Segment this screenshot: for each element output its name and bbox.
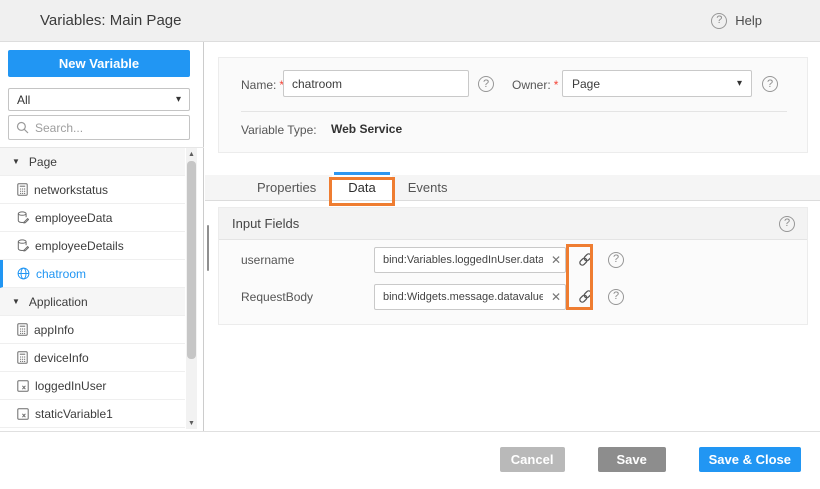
variable-type-label: Variable Type: <box>241 123 317 137</box>
section-title: Input Fields <box>232 216 299 231</box>
tree-group-label: Page <box>29 155 57 169</box>
filter-dropdown[interactable]: All ▾ <box>8 88 190 111</box>
owner-value: Page <box>572 77 600 91</box>
bind-value-box: ✕ <box>374 247 566 273</box>
tree-item-label: deviceInfo <box>34 351 89 365</box>
help-button[interactable]: ? Help <box>711 13 762 29</box>
help-icon[interactable]: ? <box>478 76 494 92</box>
content-scrollbar-thumb[interactable] <box>207 225 209 271</box>
link-icon <box>578 289 593 304</box>
tree-group-application[interactable]: ▼ Application <box>0 288 185 316</box>
name-input[interactable] <box>283 70 469 97</box>
page-title: Variables: Main Page <box>40 12 181 29</box>
static-variable-icon <box>17 380 29 392</box>
footer-divider <box>0 431 820 432</box>
device-variable-icon <box>17 183 28 196</box>
tree-item-loggedinuser[interactable]: loggedInUser <box>0 372 185 400</box>
tab-label: Properties <box>257 180 316 195</box>
tab-events[interactable]: Events <box>392 175 464 200</box>
search-box[interactable] <box>8 115 190 140</box>
expander-icon[interactable]: ▼ <box>12 297 20 306</box>
requestbody-bind-input[interactable] <box>374 284 566 310</box>
device-variable-icon <box>17 323 28 336</box>
tree-item-label: employeeDetails <box>35 239 124 253</box>
tree-item-employeedetails[interactable]: employeeDetails <box>0 232 185 260</box>
help-icon[interactable]: ? <box>762 76 778 92</box>
bind-link-button[interactable] <box>575 285 595 309</box>
chevron-down-icon: ▾ <box>737 78 742 89</box>
search-icon <box>16 121 29 134</box>
tree-group-page[interactable]: ▼ Page <box>0 148 185 176</box>
footer-actions: Cancel Save Save & Close <box>500 447 801 472</box>
filter-value: All <box>17 93 30 107</box>
tree-item-label: networkstatus <box>34 183 108 197</box>
tree-item-label: appInfo <box>34 323 74 337</box>
tree-item-deviceinfo[interactable]: deviceInfo <box>0 344 185 372</box>
tree-item-label: employeeData <box>35 211 112 225</box>
tree-item-staticvariable1[interactable]: staticVariable1 <box>0 400 185 428</box>
save-button[interactable]: Save <box>598 447 666 472</box>
clear-icon[interactable]: ✕ <box>551 254 561 266</box>
tab-label: Events <box>408 180 448 195</box>
tree-item-label: loggedInUser <box>35 379 106 393</box>
tree-item-employeedata[interactable]: employeeData <box>0 204 185 232</box>
link-icon <box>578 252 593 267</box>
input-fields-section: Input Fields ? username ✕ ? RequestBody … <box>218 207 808 325</box>
chevron-down-icon: ▾ <box>176 94 181 105</box>
owner-select[interactable]: Page ▾ <box>562 70 752 97</box>
field-label: username <box>241 253 374 267</box>
input-field-row: RequestBody ✕ ? <box>219 283 807 310</box>
device-variable-icon <box>17 351 28 364</box>
help-icon: ? <box>711 13 727 29</box>
variable-type-value: Web Service <box>331 122 402 136</box>
field-label: RequestBody <box>241 290 374 304</box>
scroll-down-icon[interactable]: ▼ <box>186 418 197 428</box>
username-bind-input[interactable] <box>374 247 566 273</box>
static-variable-icon <box>17 408 29 420</box>
expander-icon[interactable]: ▼ <box>12 157 20 166</box>
sidebar: New Variable All ▾ ▼ Page networkstatus … <box>0 42 204 431</box>
service-variable-icon <box>17 239 29 252</box>
input-fields-header: Input Fields ? <box>219 208 807 240</box>
tree-item-label: chatroom <box>36 267 86 281</box>
cancel-button[interactable]: Cancel <box>500 447 565 472</box>
web-service-variable-icon <box>17 267 30 280</box>
bind-link-button[interactable] <box>575 248 595 272</box>
variables-dialog: Variables: Main Page ? Help New Variable… <box>0 0 820 489</box>
tree-item-appinfo[interactable]: appInfo <box>0 316 185 344</box>
help-icon[interactable]: ? <box>608 289 624 305</box>
owner-label: Owner:* <box>512 78 558 92</box>
tab-data[interactable]: Data <box>332 175 391 200</box>
input-field-row: username ✕ ? <box>219 246 807 273</box>
sidebar-scrollbar[interactable]: ▲ ▼ <box>186 148 197 429</box>
tab-properties[interactable]: Properties <box>241 175 332 200</box>
scrollbar-thumb[interactable] <box>187 161 196 359</box>
service-variable-icon <box>17 211 29 224</box>
tab-label: Data <box>348 180 375 195</box>
tree-item-networkstatus[interactable]: networkstatus <box>0 176 185 204</box>
required-marker: * <box>554 78 559 92</box>
help-icon[interactable]: ? <box>779 216 795 232</box>
clear-icon[interactable]: ✕ <box>551 291 561 303</box>
save-close-button[interactable]: Save & Close <box>699 447 801 472</box>
dialog-header: Variables: Main Page ? Help <box>0 0 820 42</box>
tree-item-label: staticVariable1 <box>35 407 113 421</box>
tree-group-label: Application <box>29 295 88 309</box>
form-divider <box>241 111 787 112</box>
variable-tree: ▼ Page networkstatus employeeData employ… <box>0 148 185 428</box>
help-label: Help <box>735 13 762 28</box>
scroll-up-icon[interactable]: ▲ <box>186 149 197 159</box>
bind-value-box: ✕ <box>374 284 566 310</box>
help-icon[interactable]: ? <box>608 252 624 268</box>
variable-form: Name:* ? Owner:* Page ▾ ? Variable Type:… <box>218 57 808 153</box>
name-label: Name:* <box>241 78 284 92</box>
search-input[interactable] <box>35 121 182 135</box>
new-variable-button[interactable]: New Variable <box>8 50 190 77</box>
tree-item-chatroom[interactable]: chatroom <box>0 260 185 288</box>
tab-bar: Properties Data Events <box>205 175 820 201</box>
